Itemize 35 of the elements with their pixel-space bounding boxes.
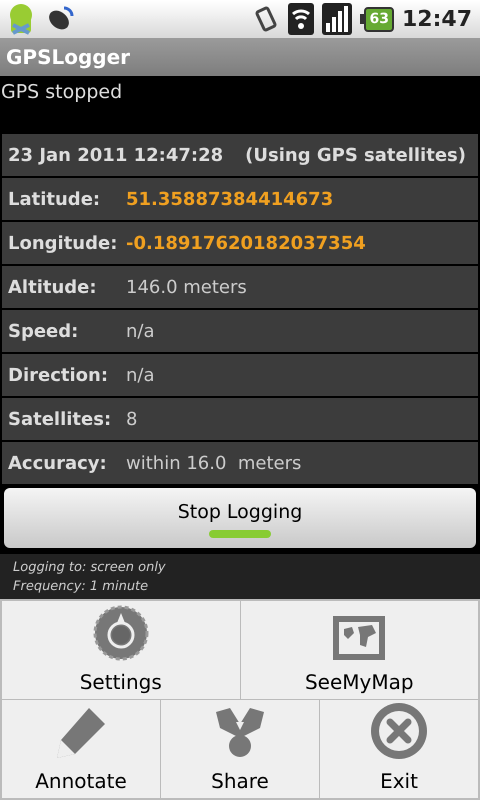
location-source: (Using GPS satellites) [245, 144, 466, 168]
gps-status: GPS stopped [0, 81, 122, 103]
field-label: Longitude: [8, 232, 118, 256]
map-icon [332, 615, 386, 661]
field-label: Direction: [8, 364, 110, 388]
field-value: 146.0 meters [126, 276, 247, 300]
field-label: Latitude: [8, 188, 102, 212]
share-icon [214, 706, 266, 760]
field-value: n/a [126, 364, 155, 388]
logging-info: Logging to: screen only [13, 558, 167, 576]
stop-logging-button[interactable]: Stop Logging [4, 488, 476, 548]
logging-info: Frequency: 1 minute [13, 578, 150, 596]
field-value: -0.18917620182037354 [126, 232, 366, 256]
clock: 12:47 [402, 6, 473, 34]
menu-item[interactable]: Annotate [2, 700, 160, 798]
menu-item[interactable]: Settings [2, 601, 240, 699]
pencil-icon [55, 706, 107, 760]
close-icon [370, 702, 428, 760]
field-value: within 16.0 meters [126, 452, 302, 476]
wifi-icon [288, 3, 314, 35]
field-label: Accuracy: [8, 452, 108, 476]
field-label: Speed: [8, 320, 80, 344]
menu-item[interactable]: SeeMyMap [240, 601, 478, 699]
field-label: Altitude: [8, 276, 98, 300]
date-time: 23 Jan 2011 12:47:28 [8, 144, 224, 168]
gear-icon [92, 605, 149, 661]
signal-icon [322, 3, 352, 35]
app-title: GPSLogger [6, 44, 130, 71]
menu-item[interactable]: Share [161, 700, 319, 798]
field-value: 51.35887384414673 [126, 188, 334, 212]
field-value: 8 [126, 408, 138, 432]
field-label: Satellites: [8, 408, 112, 432]
field-value: n/a [126, 320, 155, 344]
menu-item[interactable]: Exit [320, 700, 478, 798]
battery-indicator: 63 [360, 6, 394, 32]
